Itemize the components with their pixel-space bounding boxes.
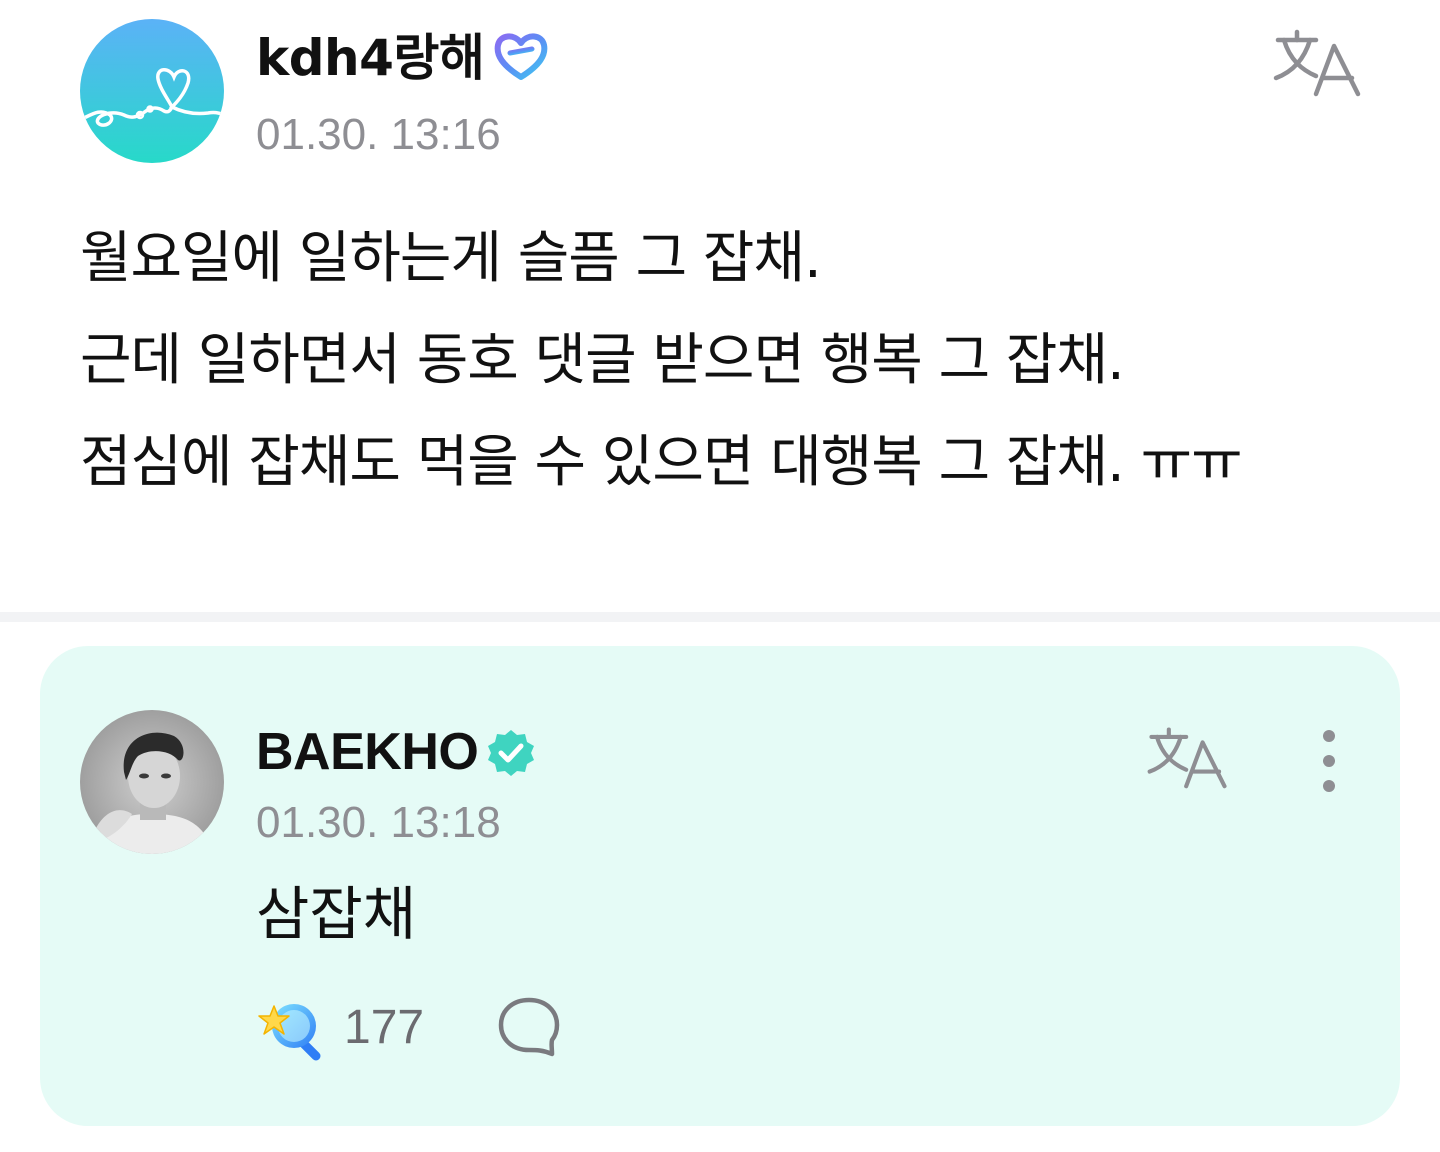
post-line: 근데 일하면서 동호 댓글 받으면 행복 그 잡채. xyxy=(80,328,1125,393)
speech-bubble-reply-icon[interactable] xyxy=(496,994,562,1060)
heart-doodle-avatar-icon xyxy=(80,19,224,163)
verified-badge-icon xyxy=(488,730,534,776)
artist-avatar[interactable] xyxy=(80,710,224,854)
comment-timestamp: 01.30. 13:18 xyxy=(256,798,501,847)
translate-icon[interactable] xyxy=(1146,724,1230,790)
comment-text: 삼잡채 xyxy=(256,880,417,948)
section-divider xyxy=(0,612,1440,622)
star-lightstick-like-icon[interactable] xyxy=(256,996,328,1062)
fan-avatar[interactable] xyxy=(80,19,224,163)
artist-name[interactable]: BAEKHO xyxy=(256,720,479,784)
translate-icon[interactable] xyxy=(1272,26,1364,98)
fan-membership-badge-icon xyxy=(494,33,548,80)
like-count: 177 xyxy=(344,1001,425,1054)
post-line: 월요일에 일하는게 슬픔 그 잡채. xyxy=(80,226,822,291)
fan-author-name[interactable]: kdh4랑해 xyxy=(256,26,485,90)
artist-comment-card: BAEKHO 01.30. 13:18 삼잡채 177 xyxy=(40,646,1400,1126)
post-line: 점심에 잡채도 먹을 수 있으면 대행복 그 잡채. ㅠㅠ xyxy=(80,430,1243,495)
more-vertical-icon[interactable] xyxy=(1306,726,1352,796)
post-timestamp: 01.30. 13:16 xyxy=(256,110,501,159)
post-body: 월요일에 일하는게 슬픔 그 잡채. 근데 일하면서 동호 댓글 받으면 행복 … xyxy=(80,208,1380,514)
artist-photo-avatar xyxy=(80,710,224,854)
fan-post: kdh4랑해 01.30. 13:16 월요일에 일하는게 슬픔 그 잡채. 근… xyxy=(0,0,1440,612)
